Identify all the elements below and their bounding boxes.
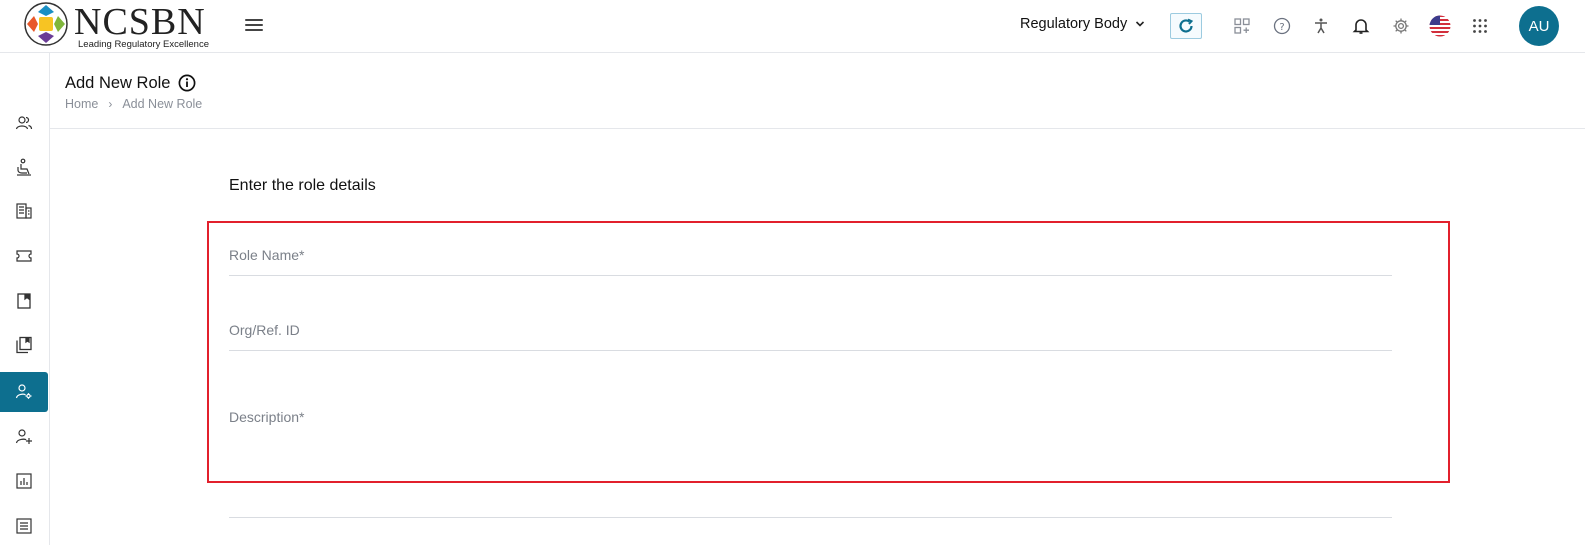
info-icon[interactable]	[178, 74, 196, 92]
gear-icon	[1393, 18, 1409, 34]
bookmark-icon	[17, 293, 31, 309]
org-ref-id-field[interactable]	[229, 322, 1392, 351]
sidebar-item-candidate-seat[interactable]	[0, 147, 48, 187]
ncsbn-logo-mark-icon	[24, 2, 68, 46]
svg-text:?: ?	[1279, 22, 1284, 33]
org-selector-label: Regulatory Body	[1020, 16, 1128, 32]
breadcrumb-current: Add New Role	[122, 97, 203, 111]
sidebar-item-users[interactable]	[0, 103, 48, 143]
accessibility-icon	[1315, 18, 1327, 34]
logo-tagline: Leading Regulatory Excellence	[78, 39, 209, 50]
candidate-seat-icon	[17, 158, 31, 176]
org-ref-id-input[interactable]	[229, 322, 1392, 338]
hamburger-line	[245, 19, 263, 21]
breadcrumb-separator: ›	[108, 97, 113, 111]
grid-plus-icon	[1234, 18, 1250, 34]
users-icon	[15, 116, 33, 130]
org-selector-dropdown[interactable]: Regulatory Body	[1020, 16, 1145, 32]
accessibility-button[interactable]	[1305, 13, 1337, 39]
language-button[interactable]	[1424, 13, 1456, 39]
user-avatar[interactable]: AU	[1519, 6, 1559, 46]
add-user-icon	[15, 429, 32, 444]
role-name-field[interactable]	[229, 247, 1392, 276]
section-title: Enter the role details	[229, 177, 376, 194]
bell-icon	[1352, 19, 1370, 34]
notifications-button[interactable]	[1345, 13, 1377, 39]
help-icon: ?	[1273, 17, 1291, 35]
help-button[interactable]: ?	[1266, 13, 1298, 39]
refresh-button[interactable]	[1170, 13, 1202, 39]
sidebar-item-list[interactable]	[0, 506, 48, 546]
sidebar-item-add-user[interactable]	[0, 417, 48, 457]
breadcrumb-home-link[interactable]: Home	[65, 97, 98, 111]
sidebar-item-reports[interactable]	[0, 461, 48, 501]
sidebar-item-library[interactable]	[0, 325, 48, 365]
role-name-input[interactable]	[229, 247, 1392, 263]
breadcrumb: Home › Add New Role	[65, 97, 202, 111]
sidebar-item-tickets[interactable]	[0, 236, 48, 276]
user-settings-icon	[15, 384, 32, 399]
list-icon	[16, 518, 32, 534]
ncsbn-logo[interactable]: NCSBN Leading Regulatory Excellence	[24, 2, 224, 50]
sidebar-item-bookmarks[interactable]	[0, 281, 48, 321]
hamburger-line	[245, 24, 263, 26]
logo-name: NCSBN	[74, 1, 206, 43]
chevron-down-icon	[1136, 21, 1145, 27]
library-icon	[16, 336, 32, 354]
sidebar-item-role-management[interactable]	[0, 372, 48, 412]
menu-toggle-button[interactable]	[243, 16, 265, 36]
page-header: Add New Role Home › Add New Role	[50, 53, 1585, 129]
refresh-icon	[1179, 18, 1194, 33]
ticket-icon	[16, 250, 32, 262]
apps-grid-icon	[1473, 19, 1487, 33]
us-flag-icon	[1429, 15, 1451, 37]
add-widget-button[interactable]	[1226, 13, 1258, 39]
left-sidebar	[0, 53, 50, 545]
building-icon	[16, 203, 32, 219]
top-header: NCSBN Leading Regulatory Excellence Regu…	[0, 0, 1585, 53]
apps-button[interactable]	[1464, 13, 1496, 39]
description-field[interactable]	[229, 409, 1392, 518]
hamburger-line	[245, 29, 263, 31]
settings-button[interactable]	[1385, 13, 1417, 39]
page-title: Add New Role	[65, 74, 171, 92]
report-chart-icon	[16, 473, 32, 489]
sidebar-item-organization[interactable]	[0, 191, 48, 231]
description-input[interactable]	[229, 409, 1392, 517]
